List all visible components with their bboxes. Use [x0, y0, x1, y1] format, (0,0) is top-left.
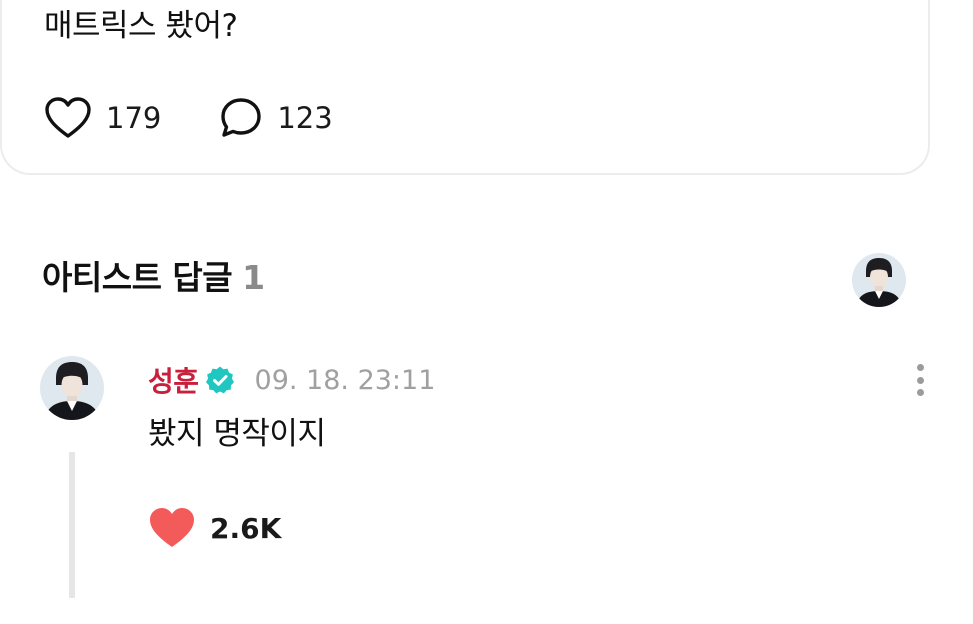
post-like-button[interactable]: 179: [44, 96, 161, 140]
reply-author-name[interactable]: 성훈: [148, 360, 199, 400]
verified-badge-icon: [205, 366, 234, 394]
reply-like-button[interactable]: 2.6K: [148, 503, 281, 553]
artist-replies-header: 아티스트 답글 1: [42, 256, 265, 300]
post-text: 매트릭스 봤어?: [44, 8, 238, 44]
speech-bubble-icon: [221, 98, 262, 137]
more-vertical-icon[interactable]: [906, 360, 934, 400]
artist-avatar[interactable]: [852, 253, 906, 307]
post-like-count: 179: [106, 101, 162, 135]
reply-timestamp: 09. 18. 23:11: [254, 364, 436, 396]
artist-replies-title: 아티스트 답글: [42, 258, 233, 297]
post-actions: 179 123: [44, 96, 391, 140]
reply-like-count: 2.6K: [210, 511, 282, 545]
artist-replies-count: 1: [242, 258, 265, 297]
post-comment-count: 123: [277, 101, 333, 135]
heart-filled-icon: [150, 508, 194, 547]
heart-outline-icon: [45, 97, 91, 138]
reply-author-avatar[interactable]: [40, 356, 104, 420]
post-card: 매트릭스 봤어? 179 123: [0, 0, 930, 175]
post-comment-button[interactable]: 123: [219, 96, 333, 140]
reply-meta: 성훈 09. 18. 23:11: [148, 361, 435, 399]
reply-text: 봤지 명작이지: [148, 416, 326, 452]
thread-line: [69, 452, 75, 598]
